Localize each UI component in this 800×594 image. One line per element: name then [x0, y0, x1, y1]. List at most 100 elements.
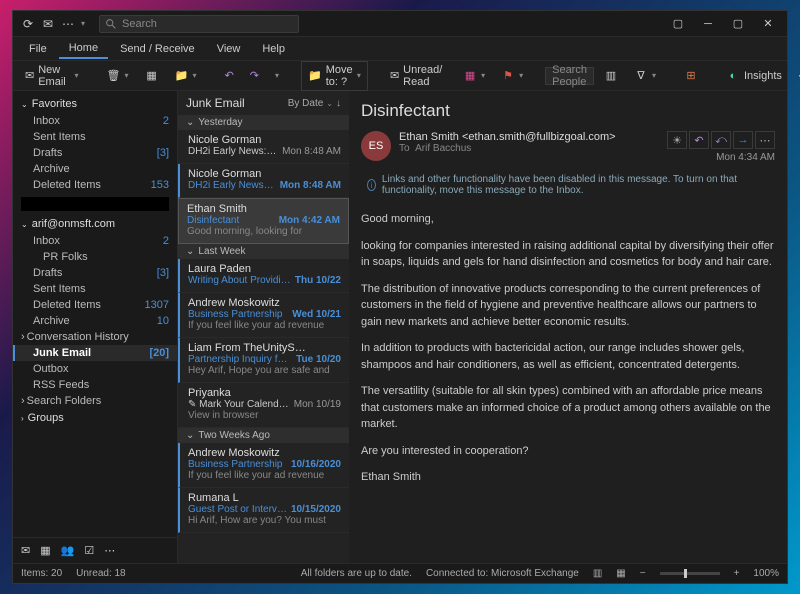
layout-icon-1[interactable]: ▥ — [593, 568, 602, 579]
todo-module-icon[interactable]: ☑ — [84, 544, 94, 557]
forward-icon[interactable]: → — [733, 131, 753, 149]
nav-conversation-history[interactable]: ›Conversation History — [13, 329, 177, 345]
ribbon-display-icon[interactable]: ▢ — [663, 13, 693, 35]
sender-avatar: ES — [361, 131, 391, 161]
nav-pr-folks[interactable]: PR Folks — [13, 249, 177, 265]
menu-file[interactable]: File — [19, 40, 57, 58]
message-item[interactable]: Priyanka✎ Mark Your Calendars to M…Mon 1… — [178, 383, 349, 428]
status-items: Items: 20 — [21, 568, 62, 579]
nav-sent-items[interactable]: Sent Items — [13, 281, 177, 297]
search-box[interactable]: Search — [99, 15, 299, 33]
sort-dropdown[interactable]: By Date ⌄ ↓ — [288, 98, 341, 109]
insights-icon: ◐ — [726, 69, 740, 83]
zoom-in-icon[interactable]: + — [734, 568, 740, 579]
status-sync: All folders are up to date. — [301, 568, 412, 579]
nav-drafts[interactable]: Drafts[3] — [13, 265, 177, 281]
qat-dropdown-icon[interactable]: ▾ — [81, 19, 85, 28]
envelope-icon: ✉ — [390, 69, 399, 83]
archive-button[interactable]: ▦ — [139, 66, 165, 86]
nav-inbox[interactable]: Inbox2 — [13, 113, 177, 129]
groups-header[interactable]: ›Groups — [13, 409, 177, 427]
menu-help[interactable]: Help — [252, 40, 295, 58]
search-people-input[interactable]: Search People — [545, 67, 594, 85]
nav-archive[interactable]: Archive — [13, 161, 177, 177]
message-item[interactable]: Nicole GormanDH2i Early News: DxOdysse…M… — [178, 164, 349, 198]
status-bar: Items: 20 Unread: 18 All folders are up … — [13, 563, 787, 583]
menu-send-receive[interactable]: Send / Receive — [110, 40, 205, 58]
address-book-button[interactable]: ▥ — [598, 66, 624, 86]
mail-icon: ✉ — [25, 69, 34, 83]
body-paragraph: looking for companies interested in rais… — [361, 238, 775, 271]
nav-search-folders[interactable]: ›Search Folders — [13, 393, 177, 409]
message-item[interactable]: Ethan SmithDisinfectantMon 4:42 AMGood m… — [178, 198, 349, 244]
redo-button[interactable]: ↷ — [244, 66, 265, 85]
menu-home[interactable]: Home — [59, 39, 108, 59]
move-to-dropdown[interactable]: 📁 Move to: ? ▾ — [301, 61, 368, 91]
nav-deleted-items[interactable]: Deleted Items1307 — [13, 297, 177, 313]
nav-sent-items[interactable]: Sent Items — [13, 129, 177, 145]
message-item[interactable]: Andrew MoskowitzBusiness Partnership10/1… — [178, 443, 349, 488]
archive-icon: ▦ — [145, 69, 159, 83]
unread-read-button[interactable]: ✉ Unread/ Read — [384, 61, 453, 91]
zoom-out-icon[interactable]: − — [640, 568, 646, 579]
reading-date: Mon 4:34 AM — [716, 152, 775, 163]
message-item[interactable]: Liam From TheUnityS…Partnership Inquiry … — [178, 338, 349, 383]
people-module-icon[interactable]: 👥 — [61, 544, 75, 557]
move-button[interactable]: 📁▾ — [169, 66, 203, 86]
ribbon-more-button[interactable]: ⋯ — [792, 66, 800, 85]
insights-button[interactable]: ◐Insights — [720, 66, 788, 86]
body-paragraph: Good morning, — [361, 211, 775, 228]
rules-button[interactable]: ▾ — [269, 68, 285, 83]
reply-icon[interactable]: ↶ — [689, 131, 709, 149]
categorize-button[interactable]: ▦▾ — [457, 66, 491, 86]
flag-icon: ⚑ — [501, 69, 515, 83]
addressbook-icon: ▥ — [604, 69, 618, 83]
nav-more-icon[interactable]: ⋯ — [104, 544, 115, 557]
titlebar: ⟳ ✉ ⋯ ▾ Search ▢ ─ ▢ ✕ — [13, 11, 787, 37]
sync-icon[interactable]: ⟳ — [21, 17, 35, 31]
message-item[interactable]: Laura PadenWriting About Providing To…Th… — [178, 259, 349, 293]
nav-junk-email[interactable]: Junk Email[20] — [13, 345, 177, 361]
list-group-header[interactable]: Last Week — [178, 244, 349, 259]
sun-icon[interactable]: ☀ — [667, 131, 687, 149]
nav-drafts[interactable]: Drafts[3] — [13, 145, 177, 161]
message-item[interactable]: Nicole GormanDH2i Early News: DxOdyssey … — [178, 130, 349, 164]
list-group-header[interactable]: Yesterday — [178, 115, 349, 130]
nav-outbox[interactable]: Outbox — [13, 361, 177, 377]
list-group-header[interactable]: Two Weeks Ago — [178, 428, 349, 443]
favorites-header[interactable]: ⌄Favorites — [13, 95, 177, 113]
minimize-button[interactable]: ─ — [693, 13, 723, 35]
message-more-icon[interactable]: ⋯ — [755, 131, 775, 149]
new-email-label: New Email — [38, 64, 70, 88]
calendar-module-icon[interactable]: ▦ — [40, 544, 50, 557]
body-paragraph: Are you interested in cooperation? — [361, 443, 775, 460]
reply-all-icon[interactable]: ⤺ — [711, 131, 731, 149]
nav-inbox[interactable]: Inbox2 — [13, 233, 177, 249]
more-icon[interactable]: ⋯ — [61, 17, 75, 31]
message-item[interactable]: Rumana LGuest Post or Interview opp…10/1… — [178, 488, 349, 533]
folder-title: Junk Email — [186, 96, 245, 110]
undo-button[interactable]: ↶ — [219, 66, 240, 85]
send-receive-icon[interactable]: ✉ — [41, 17, 55, 31]
nav-deleted-items[interactable]: Deleted Items153 — [13, 177, 177, 193]
new-email-button[interactable]: ✉ New Email ▾ — [19, 61, 85, 91]
layout-icon-2[interactable]: ▦ — [616, 568, 625, 579]
reading-subject: Disinfectant — [361, 101, 775, 121]
body-paragraph: The versatility (suitable for all skin t… — [361, 383, 775, 433]
menu-view[interactable]: View — [207, 40, 251, 58]
flag-button[interactable]: ⚑▾ — [495, 66, 529, 86]
zoom-level: 100% — [753, 568, 779, 579]
nav-archive[interactable]: Archive10 — [13, 313, 177, 329]
maximize-button[interactable]: ▢ — [723, 13, 753, 35]
account-header[interactable]: ⌄arif@onmsft.com — [13, 215, 177, 233]
zoom-slider[interactable] — [660, 572, 720, 575]
mail-module-icon[interactable]: ✉ — [21, 544, 30, 557]
addin-button[interactable]: ⊞ — [678, 66, 704, 86]
nav-rss-feeds[interactable]: RSS Feeds — [13, 377, 177, 393]
ribbon: ✉ New Email ▾ 🗑▾ ▦ 📁▾ ↶ ↷ ▾ 📁 Move to: ?… — [13, 61, 787, 91]
delete-button[interactable]: 🗑▾ — [101, 66, 135, 86]
close-button[interactable]: ✕ — [753, 13, 783, 35]
filter-button[interactable]: ∇▾ — [628, 66, 662, 86]
unread-read-label: Unread/ Read — [403, 64, 447, 88]
message-item[interactable]: Andrew MoskowitzBusiness PartnershipWed … — [178, 293, 349, 338]
